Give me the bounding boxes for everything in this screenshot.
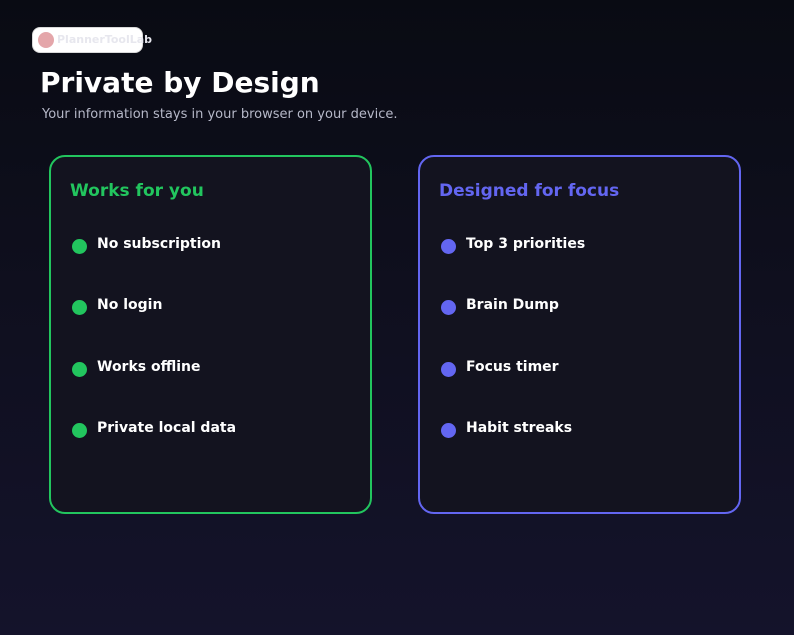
page-title: Private by Design <box>40 66 320 99</box>
feature-label: No login <box>97 297 163 313</box>
bullet-dot-icon <box>441 423 456 438</box>
bullet-dot-icon <box>72 300 87 315</box>
feature-label: Habit streaks <box>466 420 573 436</box>
feature-label: Top 3 priorities <box>466 236 586 252</box>
bullet-dot-icon <box>441 239 456 254</box>
brand-name: PlannerToolLab <box>57 33 153 46</box>
feature-label: Brain Dump <box>466 297 559 313</box>
bullet-dot-icon <box>441 362 456 377</box>
page-subtitle: Your information stays in your browser o… <box>42 107 398 122</box>
brand-logo-icon <box>38 32 54 48</box>
card-title: Works for you <box>70 181 204 201</box>
feature-label: No subscription <box>97 236 221 252</box>
card-title: Designed for focus <box>439 181 620 201</box>
bullet-dot-icon <box>441 300 456 315</box>
feature-label: Focus timer <box>466 359 559 375</box>
bullet-dot-icon <box>72 362 87 377</box>
feature-label: Private local data <box>97 420 237 436</box>
feature-label: Works offline <box>97 359 201 375</box>
bullet-dot-icon <box>72 423 87 438</box>
brand-badge[interactable]: PlannerToolLab <box>33 28 152 52</box>
works-for-you-card: Works for you No subscription No login W… <box>49 155 372 514</box>
bullet-dot-icon <box>72 239 87 254</box>
designed-for-focus-card: Designed for focus Top 3 priorities Brai… <box>418 155 741 514</box>
